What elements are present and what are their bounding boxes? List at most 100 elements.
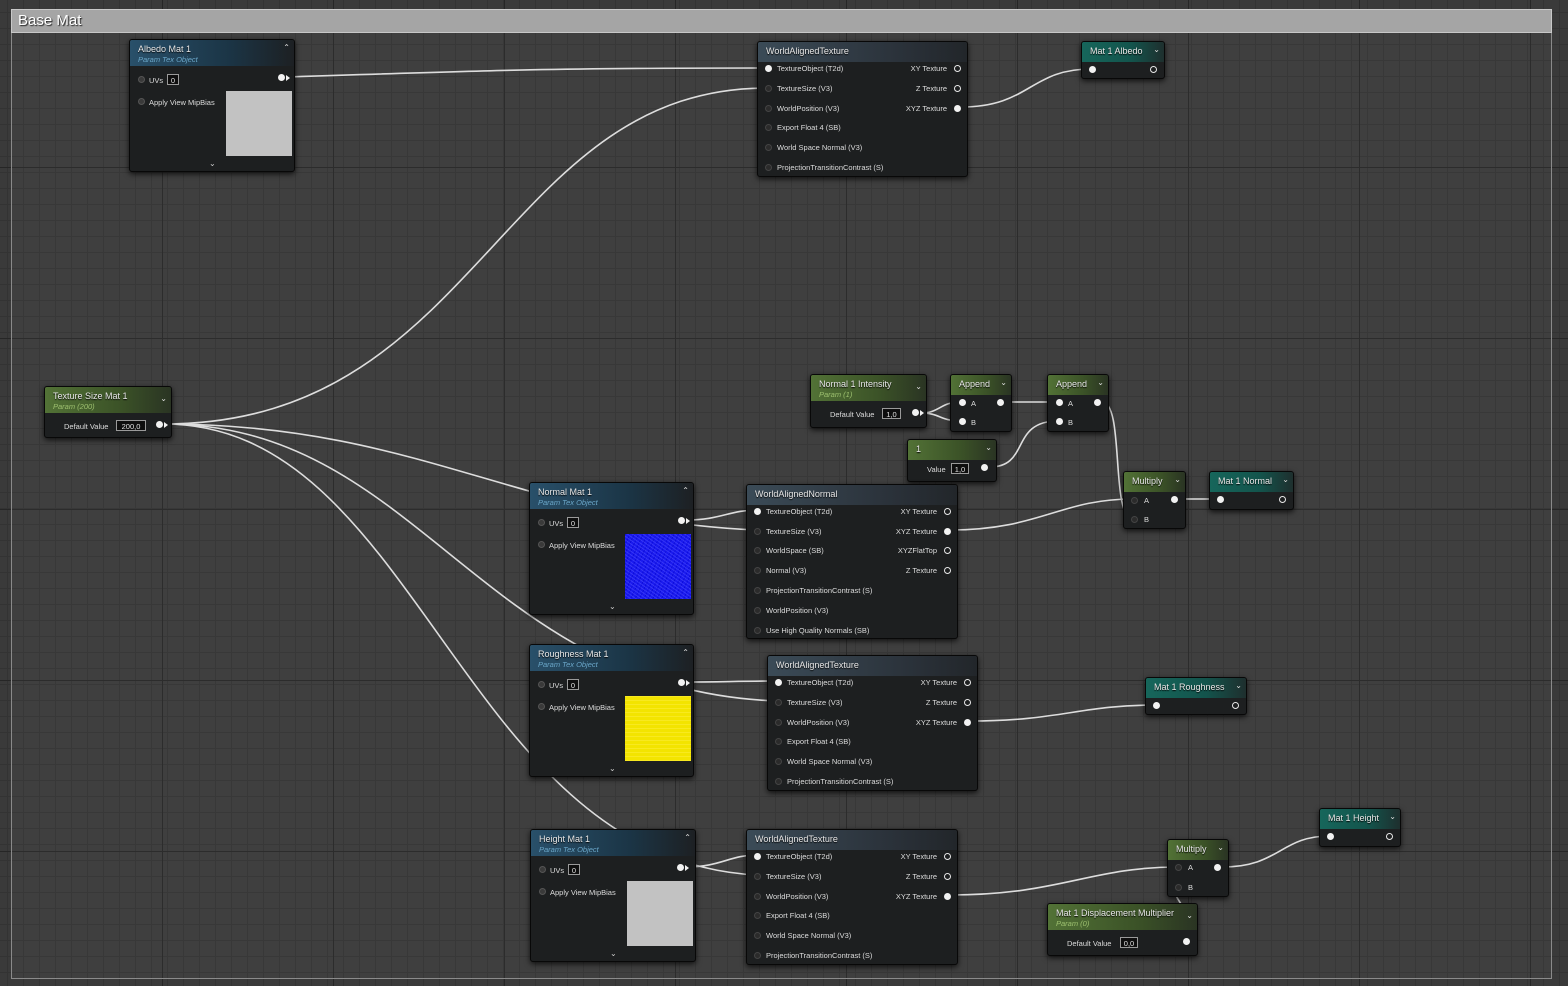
input-pin-b[interactable]	[959, 418, 966, 425]
input-pin-a[interactable]	[1131, 497, 1138, 504]
input-pin[interactable]	[754, 528, 761, 535]
dropdown-chevron-icon[interactable]: ⌄	[985, 443, 992, 452]
node-header[interactable]: Mat 1 Normal ⌄	[1210, 472, 1293, 492]
output-pin[interactable]	[954, 85, 961, 92]
dropdown-chevron-icon[interactable]: ⌄	[1153, 45, 1160, 54]
dropdown-chevron-icon[interactable]: ⌄	[160, 394, 167, 403]
collapse-icon[interactable]: ⌃	[682, 486, 689, 495]
output-pin[interactable]	[954, 105, 961, 112]
node-header[interactable]: Append ⌄	[1048, 375, 1108, 395]
node-header[interactable]: WorldAlignedTexture	[758, 42, 967, 62]
output-pin[interactable]	[1386, 833, 1393, 840]
node-header[interactable]: Multiply ⌄	[1168, 840, 1228, 860]
output-pin[interactable]	[964, 719, 971, 726]
dropdown-chevron-icon[interactable]: ⌄	[1282, 475, 1289, 484]
expand-chevron-icon[interactable]: ⌄	[610, 949, 617, 958]
append-node-1[interactable]: Append ⌄ A B	[950, 374, 1012, 432]
input-pin[interactable]	[1153, 702, 1160, 709]
input-pin[interactable]	[775, 699, 782, 706]
node-header[interactable]: Normal Mat 1 Param Tex Object ⌃	[530, 483, 693, 509]
collapse-icon[interactable]: ⌃	[684, 833, 691, 842]
mip-input-pin[interactable]	[138, 98, 145, 105]
value-field[interactable]: 1,0	[951, 463, 969, 474]
mip-input-pin[interactable]	[538, 703, 545, 710]
multiply-node-1[interactable]: Multiply ⌄ A B	[1123, 471, 1186, 529]
expand-chevron-icon[interactable]: ⌄	[209, 159, 216, 168]
input-pin[interactable]	[754, 547, 761, 554]
input-pin[interactable]	[775, 778, 782, 785]
input-pin[interactable]	[765, 105, 772, 112]
input-pin[interactable]	[754, 853, 761, 860]
dropdown-chevron-icon[interactable]: ⌄	[1000, 378, 1007, 387]
input-pin[interactable]	[765, 144, 772, 151]
node-header[interactable]: Texture Size Mat 1 Param (200) ⌄	[45, 387, 171, 413]
uvs-input-pin[interactable]	[538, 519, 545, 526]
input-pin[interactable]	[765, 164, 772, 171]
collapse-icon[interactable]: ⌃	[283, 43, 290, 52]
output-pin[interactable]	[1183, 938, 1190, 945]
constant-node[interactable]: 1 ⌄ Value 1,0	[907, 439, 997, 482]
output-pin[interactable]	[964, 679, 971, 686]
uvs-input-pin[interactable]	[138, 76, 145, 83]
output-pin[interactable]	[944, 547, 951, 554]
displacement-multiplier-param-node[interactable]: Mat 1 Displacement Multiplier Param (0) …	[1047, 903, 1198, 956]
input-pin[interactable]	[754, 607, 761, 614]
output-pin[interactable]	[997, 399, 1004, 406]
expand-chevron-icon[interactable]: ⌄	[609, 602, 616, 611]
albedo-param-node[interactable]: Albedo Mat 1 Param Tex Object ⌃ UVs 0 Ap…	[129, 39, 295, 172]
dropdown-chevron-icon[interactable]: ⌄	[1217, 843, 1224, 852]
node-header[interactable]: Mat 1 Albedo ⌄	[1082, 42, 1164, 62]
mip-input-pin[interactable]	[538, 541, 545, 548]
input-pin-b[interactable]	[1175, 884, 1182, 891]
output-pin[interactable]	[964, 699, 971, 706]
world-aligned-texture-node-2[interactable]: WorldAlignedTexture TextureObject (T2d) …	[767, 655, 978, 791]
output-pin[interactable]	[944, 528, 951, 535]
dropdown-chevron-icon[interactable]: ⌄	[1097, 378, 1104, 387]
node-header[interactable]: Albedo Mat 1 Param Tex Object ⌃	[130, 40, 294, 66]
input-pin[interactable]	[765, 124, 772, 131]
albedo-output-node[interactable]: Mat 1 Albedo ⌄	[1081, 41, 1165, 79]
input-pin[interactable]	[754, 932, 761, 939]
node-header[interactable]: WorldAlignedTexture	[747, 830, 957, 850]
input-pin-a[interactable]	[1175, 864, 1182, 871]
output-pin[interactable]	[944, 893, 951, 900]
input-pin[interactable]	[775, 738, 782, 745]
expand-chevron-icon[interactable]: ⌄	[609, 764, 616, 773]
input-pin[interactable]	[765, 65, 772, 72]
comment-header[interactable]: Base Mat	[11, 9, 1552, 33]
output-pin[interactable]	[678, 679, 685, 686]
input-pin[interactable]	[1217, 496, 1224, 503]
output-pin[interactable]	[678, 517, 685, 524]
uvs-value-field[interactable]: 0	[167, 74, 179, 85]
input-pin[interactable]	[775, 719, 782, 726]
output-pin[interactable]	[1279, 496, 1286, 503]
dropdown-chevron-icon[interactable]: ⌄	[1235, 681, 1242, 690]
uvs-value-field[interactable]: 0	[567, 517, 579, 528]
output-pin[interactable]	[954, 65, 961, 72]
uvs-input-pin[interactable]	[538, 681, 545, 688]
input-pin-a[interactable]	[959, 399, 966, 406]
input-pin-a[interactable]	[1056, 399, 1063, 406]
normal-param-node[interactable]: Normal Mat 1 Param Tex Object ⌃ UVs 0 Ap…	[529, 482, 694, 615]
world-aligned-texture-node-3[interactable]: WorldAlignedTexture TextureObject (T2d) …	[746, 829, 958, 965]
comment-title[interactable]: Base Mat	[18, 12, 81, 29]
default-value-field[interactable]: 0,0	[1120, 937, 1138, 948]
normal-output-node[interactable]: Mat 1 Normal ⌄	[1209, 471, 1294, 510]
input-pin[interactable]	[1089, 66, 1096, 73]
collapse-icon[interactable]: ⌃	[682, 648, 689, 657]
uvs-value-field[interactable]: 0	[567, 679, 579, 690]
input-pin[interactable]	[775, 679, 782, 686]
normal-intensity-param-node[interactable]: Normal 1 Intensity Param (1) ⌄ Default V…	[810, 374, 927, 428]
input-pin-b[interactable]	[1131, 516, 1138, 523]
node-header[interactable]: Roughness Mat 1 Param Tex Object ⌃	[530, 645, 693, 671]
roughness-output-node[interactable]: Mat 1 Roughness ⌄	[1145, 677, 1247, 715]
output-pin[interactable]	[944, 508, 951, 515]
node-header[interactable]: Mat 1 Roughness ⌄	[1146, 678, 1246, 698]
node-header[interactable]: Multiply ⌄	[1124, 472, 1185, 492]
output-pin[interactable]	[944, 853, 951, 860]
output-pin[interactable]	[1232, 702, 1239, 709]
output-pin[interactable]	[156, 421, 163, 428]
multiply-node-2[interactable]: Multiply ⌄ A B	[1167, 839, 1229, 897]
output-pin[interactable]	[1094, 399, 1101, 406]
output-pin[interactable]	[944, 873, 951, 880]
